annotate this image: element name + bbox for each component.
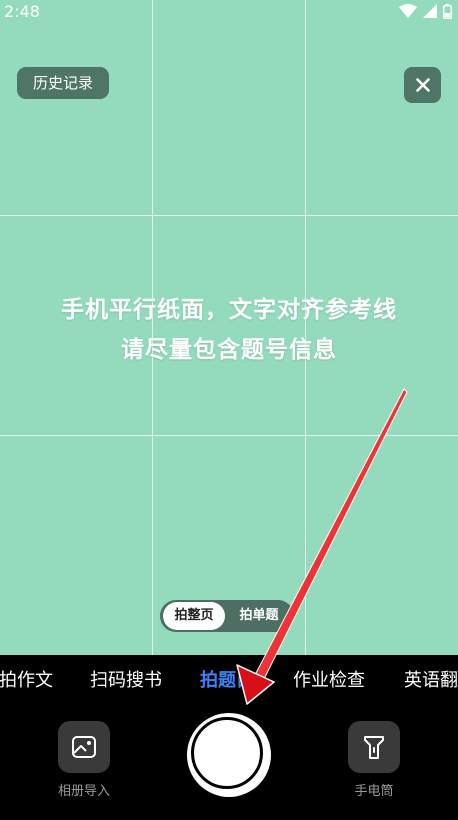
battery-icon	[443, 3, 452, 19]
tab-homework-check[interactable]: 作业检查	[293, 669, 365, 693]
flashlight-icon	[364, 736, 384, 759]
close-button[interactable]	[404, 67, 441, 103]
signal-icon	[423, 4, 437, 18]
history-button[interactable]: 历史记录	[17, 67, 109, 99]
tab-english-translate[interactable]: 英语翻译	[404, 669, 458, 693]
mode-single-question[interactable]: 拍单题	[228, 602, 290, 630]
camera-preview[interactable]: 2:48 历史记录 手机平行纸面，文字对齐参考线 请尽量包含题号信息 拍整页 拍…	[0, 0, 458, 655]
tab-essay[interactable]: 拍作文	[0, 669, 53, 693]
mode-whole-page[interactable]: 拍整页	[163, 602, 225, 630]
capture-mode-toggle[interactable]: 拍整页 拍单题	[160, 600, 294, 632]
grid-line-horizontal-bottom	[0, 435, 458, 436]
hint-line-1: 手机平行纸面，文字对齐参考线	[61, 297, 397, 323]
wifi-icon	[399, 4, 417, 18]
shutter-button[interactable]	[187, 713, 271, 797]
grid-line-horizontal-top	[0, 215, 458, 216]
status-icons	[399, 3, 452, 19]
grid-line-vertical-right	[305, 0, 306, 655]
bottom-bar: 相册导入 手电筒	[0, 710, 458, 820]
hint-line-2: 请尽量包含题号信息	[121, 337, 337, 363]
tab-photo-question[interactable]: 拍题目	[200, 669, 254, 693]
mode-tabs: 拍作文 扫码搜书 拍题目 作业检查 英语翻译	[0, 655, 458, 710]
grid-line-vertical-left	[152, 0, 153, 655]
status-time: 2:48	[4, 2, 40, 21]
shutter-ring	[191, 717, 263, 789]
image-icon	[72, 736, 96, 758]
flashlight-button[interactable]	[348, 721, 400, 773]
tab-scan-book[interactable]: 扫码搜书	[90, 669, 162, 693]
album-import-label: 相册导入	[57, 784, 110, 799]
flashlight-label: 手电筒	[354, 784, 394, 799]
close-icon	[415, 78, 430, 92]
album-import-button[interactable]	[58, 721, 110, 773]
status-bar: 2:48	[0, 0, 458, 24]
